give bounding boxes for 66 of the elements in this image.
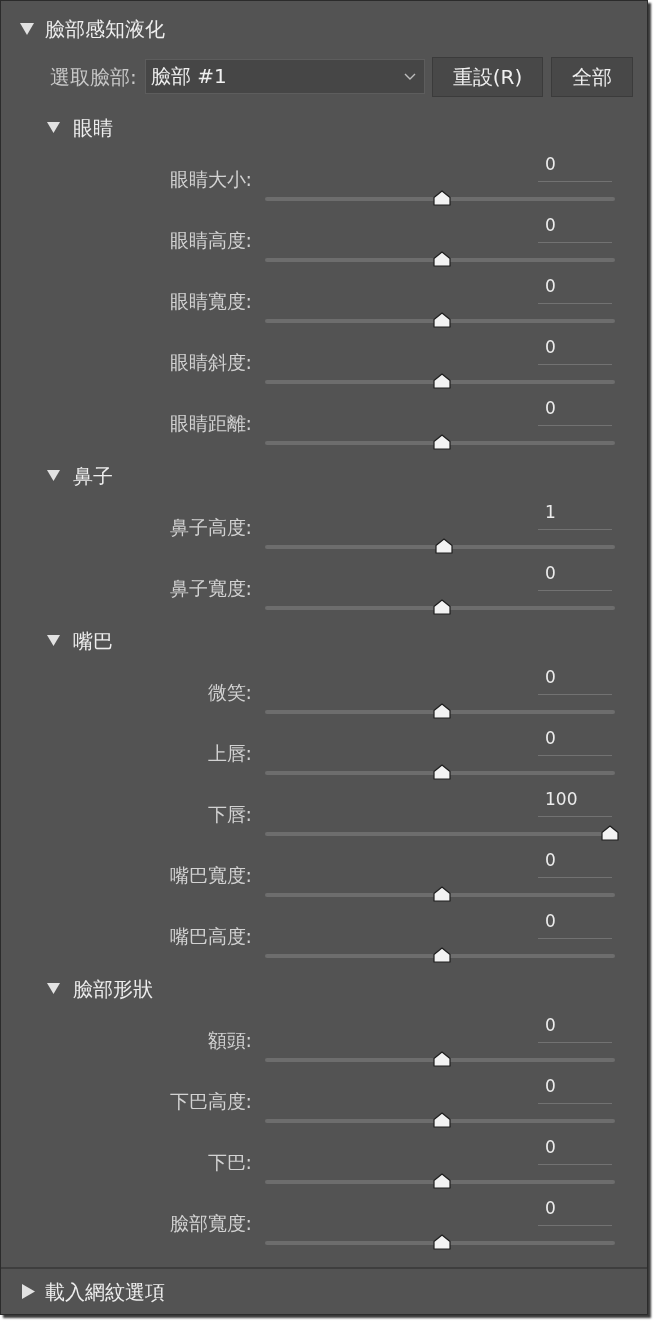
disclosure-triangle-icon[interactable] xyxy=(47,635,60,646)
value-field[interactable]: 0 xyxy=(538,1071,612,1104)
slider-handle[interactable] xyxy=(433,764,451,780)
slider-handle[interactable] xyxy=(433,599,451,615)
slider-handle[interactable] xyxy=(433,251,451,267)
disclosure-triangle-icon[interactable] xyxy=(47,983,60,994)
value-field[interactable]: 0 xyxy=(538,845,612,878)
value-field[interactable]: 0 xyxy=(538,1193,612,1226)
value-field[interactable]: 0 xyxy=(538,662,612,695)
value-field[interactable]: 0 xyxy=(538,271,612,304)
disclosure-triangle-icon[interactable] xyxy=(22,1284,35,1299)
slider-handle[interactable] xyxy=(433,1051,451,1067)
disclosure-triangle-icon[interactable] xyxy=(20,22,34,35)
face-dropdown[interactable]: 臉部 #1 xyxy=(145,59,425,94)
slider-handle[interactable] xyxy=(433,947,451,963)
select-all-button[interactable]: 全部 xyxy=(551,57,633,97)
value-field[interactable]: 0 xyxy=(538,1132,612,1165)
slider-handle[interactable] xyxy=(433,703,451,719)
panel-title: 臉部感知液化 xyxy=(45,16,165,41)
slider-label: 微笑: xyxy=(207,682,252,703)
value-field[interactable]: 100 xyxy=(538,784,612,817)
disclosure-triangle-icon[interactable] xyxy=(47,470,60,481)
slider-handle[interactable] xyxy=(601,825,619,841)
slider-handle[interactable] xyxy=(433,886,451,902)
section-title: 臉部形狀 xyxy=(73,976,153,1001)
slider-handle[interactable] xyxy=(433,1112,451,1128)
section-title: 嘴巴 xyxy=(73,628,113,653)
value-field[interactable]: 0 xyxy=(538,906,612,939)
slider-handle[interactable] xyxy=(433,434,451,450)
value-field[interactable]: 0 xyxy=(538,393,612,426)
slider-label: 額頭: xyxy=(207,1030,252,1051)
slider-handle[interactable] xyxy=(433,190,451,206)
section-title: 載入網紋選項 xyxy=(45,1279,165,1304)
slider-handle[interactable] xyxy=(433,312,451,328)
disclosure-triangle-icon[interactable] xyxy=(47,122,60,133)
slider-label: 臉部寬度: xyxy=(169,1213,252,1234)
slider-label: 下巴: xyxy=(207,1152,252,1173)
slider-label: 下巴高度: xyxy=(169,1091,252,1112)
slider-handle[interactable] xyxy=(433,1173,451,1189)
value-field[interactable]: 1 xyxy=(538,497,612,530)
slider-label: 眼睛斜度: xyxy=(169,352,252,373)
section-title: 鼻子 xyxy=(73,463,113,488)
slider-label: 上唇: xyxy=(207,743,252,764)
section-title: 眼睛 xyxy=(73,115,113,140)
value-field[interactable]: 0 xyxy=(538,332,612,365)
slider-track[interactable] xyxy=(265,825,619,841)
value-field[interactable]: 0 xyxy=(538,1010,612,1043)
slider-label: 嘴巴高度: xyxy=(169,926,252,947)
slider-label: 嘴巴寬度: xyxy=(169,865,252,886)
slider-handle[interactable] xyxy=(433,373,451,389)
slider-label: 鼻子高度: xyxy=(169,517,252,538)
value-field[interactable]: 0 xyxy=(538,558,612,591)
slider-handle[interactable] xyxy=(434,538,453,554)
value-field[interactable]: 0 xyxy=(538,723,612,756)
slider-handle[interactable] xyxy=(433,1234,451,1250)
value-field[interactable]: 0 xyxy=(538,149,612,182)
slider-label: 眼睛大小: xyxy=(169,169,252,190)
slider-label: 鼻子寬度: xyxy=(169,578,252,599)
value-field[interactable]: 0 xyxy=(538,210,612,243)
slider-label: 眼睛高度: xyxy=(169,230,252,251)
slider-label: 眼睛寬度: xyxy=(169,291,252,312)
slider-label: 眼睛距離: xyxy=(169,413,252,434)
reset-button[interactable]: 重設(R) xyxy=(432,57,543,97)
chevron-down-icon xyxy=(404,73,416,80)
slider-label: 下唇: xyxy=(207,804,252,825)
face-select-label: 選取臉部: xyxy=(50,64,138,91)
